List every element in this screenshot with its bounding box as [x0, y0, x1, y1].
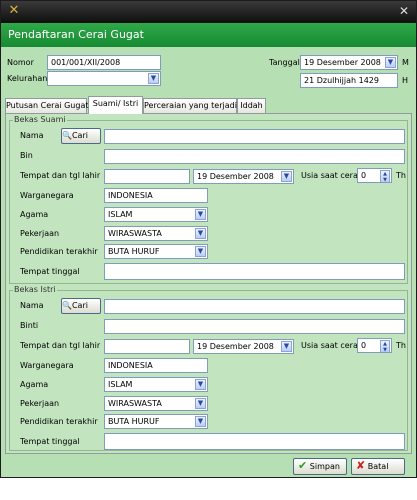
- tab-perceraian[interactable]: Perceraian yang terjadi: [143, 98, 237, 113]
- save-button[interactable]: ✔ Simpan: [293, 458, 347, 475]
- usia-value: 0: [361, 341, 367, 350]
- usia-label: Usia saat cerai: [301, 341, 361, 350]
- tempat-tinggal-label: Tempat tinggal: [20, 437, 80, 446]
- pendidikan-label: Pendidikan terakhir: [20, 247, 98, 256]
- warganegara-field[interactable]: INDONESIA: [104, 188, 208, 203]
- chevron-down-icon[interactable]: ▼: [195, 209, 206, 220]
- pekerjaan-select[interactable]: WIRASWASTA ▼: [104, 396, 208, 411]
- kelurahan-label: Kelurahan: [7, 74, 48, 83]
- tab-panel: Bekas Suami Nama 🔍Cari Bin Tempat dan tg…: [5, 113, 412, 454]
- chevron-down-icon[interactable]: ▼: [281, 341, 292, 352]
- nomor-field[interactable]: 001/001/XII/2008: [47, 55, 161, 70]
- tanggal-date-picker[interactable]: 19 Desember 2008 ▼: [300, 55, 398, 70]
- title-bar: ✕ ✕: [1, 1, 416, 23]
- form-title: Pendaftaran Cerai Gugat: [1, 23, 416, 47]
- usia-label: Usia saat cerai: [301, 171, 361, 180]
- pendidikan-select[interactable]: BUTA HURUF ▼: [104, 414, 208, 429]
- search-icon: 🔍: [62, 301, 72, 310]
- chevron-down-icon[interactable]: ▼: [148, 73, 159, 84]
- group-bekas-istri: Bekas Istri Nama 🔍Cari Binti Tempat dan …: [9, 285, 408, 451]
- spin-icon[interactable]: ▲ ▼: [380, 170, 390, 182]
- tgl-lahir-value: 19 Desember 2008: [197, 172, 274, 181]
- pekerjaan-value: WIRASWASTA: [108, 229, 162, 238]
- pendidikan-select[interactable]: BUTA HURUF ▼: [104, 244, 208, 259]
- close-icon[interactable]: ✕: [396, 4, 412, 19]
- chevron-down-icon[interactable]: ▼: [195, 416, 206, 427]
- usia-unit: Th: [396, 171, 406, 180]
- cancel-button[interactable]: ✘ Batal: [351, 458, 405, 475]
- nama-field[interactable]: [104, 129, 405, 144]
- chevron-down-icon[interactable]: ▼: [195, 228, 206, 239]
- nama-field[interactable]: [104, 299, 405, 314]
- bin-field[interactable]: [104, 149, 405, 164]
- chevron-down-icon[interactable]: ▼: [195, 398, 206, 409]
- tab-iddah[interactable]: Iddah: [237, 98, 266, 113]
- x-icon: ✘: [356, 459, 366, 472]
- binti-field[interactable]: [104, 319, 405, 334]
- kelurahan-select[interactable]: ▼: [47, 71, 161, 86]
- tgl-lahir-value: 19 Desember 2008: [197, 342, 274, 351]
- agama-select[interactable]: ISLAM ▼: [104, 377, 208, 392]
- cari-label: Cari: [71, 131, 88, 140]
- tgl-lahir-picker[interactable]: 19 Desember 2008 ▼: [193, 339, 294, 354]
- tempat-tinggal-field[interactable]: [104, 263, 405, 280]
- nama-label: Nama: [20, 301, 44, 310]
- chevron-down-icon[interactable]: ▼: [195, 246, 206, 257]
- save-label: Simpan: [309, 462, 340, 471]
- chevron-down-icon[interactable]: ▼: [385, 57, 396, 68]
- usia-unit: Th: [396, 341, 406, 350]
- agama-value: ISLAM: [108, 210, 133, 219]
- tanggal-value: 19 Desember 2008: [304, 58, 381, 67]
- check-icon: ✔: [298, 459, 308, 472]
- tempat-tinggal-field[interactable]: [104, 433, 405, 450]
- group-title: Bekas Istri: [13, 285, 57, 295]
- ttl-label: Tempat dan tgl lahir: [20, 341, 101, 350]
- tempat-tinggal-label: Tempat tinggal: [20, 267, 80, 276]
- hijri-suffix: H: [402, 76, 409, 85]
- cancel-label: Batal: [367, 462, 389, 471]
- cari-label: Cari: [71, 301, 88, 310]
- cari-button[interactable]: 🔍Cari: [61, 298, 101, 314]
- chevron-down-icon[interactable]: ▼: [281, 171, 292, 182]
- agama-value: ISLAM: [108, 380, 133, 389]
- pekerjaan-value: WIRASWASTA: [108, 399, 162, 408]
- tanggal-label: Tanggal: [269, 58, 300, 67]
- nomor-label: Nomor: [7, 58, 34, 67]
- tempat-lahir-field[interactable]: [104, 169, 190, 184]
- warga-label: Warganegara: [20, 361, 74, 370]
- bin-label: Bin: [20, 151, 33, 160]
- tgl-lahir-picker[interactable]: 19 Desember 2008 ▼: [193, 169, 294, 184]
- tab-putusan[interactable]: Putusan Cerai Gugat: [5, 98, 89, 113]
- binti-label: Binti: [20, 321, 39, 330]
- usia-stepper[interactable]: 0 ▲ ▼: [357, 168, 392, 183]
- pendidikan-label: Pendidikan terakhir: [20, 417, 98, 426]
- masehi-suffix: M: [402, 58, 409, 67]
- pendidikan-value: BUTA HURUF: [108, 247, 160, 256]
- nama-label: Nama: [20, 131, 44, 140]
- spin-icon[interactable]: ▲ ▼: [380, 340, 390, 352]
- search-icon: 🔍: [62, 131, 72, 140]
- main-window: ✕ ✕ Pendaftaran Cerai Gugat Nomor 001/00…: [0, 0, 417, 478]
- group-title: Bekas Suami: [13, 115, 67, 125]
- tab-suami-istri[interactable]: Suami/ Istri: [88, 96, 143, 114]
- warganegara-field[interactable]: INDONESIA: [104, 358, 208, 373]
- cari-button[interactable]: 🔍Cari: [61, 128, 101, 144]
- usia-value: 0: [361, 171, 367, 180]
- pekerjaan-select[interactable]: WIRASWASTA ▼: [104, 226, 208, 241]
- agama-label: Agama: [20, 380, 49, 389]
- pekerjaan-label: Pekerjaan: [20, 229, 60, 238]
- ttl-label: Tempat dan tgl lahir: [20, 171, 101, 180]
- group-bekas-suami: Bekas Suami Nama 🔍Cari Bin Tempat dan tg…: [9, 115, 408, 284]
- agama-label: Agama: [20, 210, 49, 219]
- pendidikan-value: BUTA HURUF: [108, 417, 160, 426]
- hijri-date-field[interactable]: 21 Dzulhijjah 1429: [300, 73, 398, 88]
- chevron-down-icon[interactable]: ▼: [195, 379, 206, 390]
- usia-stepper[interactable]: 0 ▲ ▼: [357, 338, 392, 353]
- tempat-lahir-field[interactable]: [104, 339, 190, 354]
- app-icon[interactable]: ✕: [6, 3, 22, 19]
- agama-select[interactable]: ISLAM ▼: [104, 207, 208, 222]
- pekerjaan-label: Pekerjaan: [20, 399, 60, 408]
- warga-label: Warganegara: [20, 191, 74, 200]
